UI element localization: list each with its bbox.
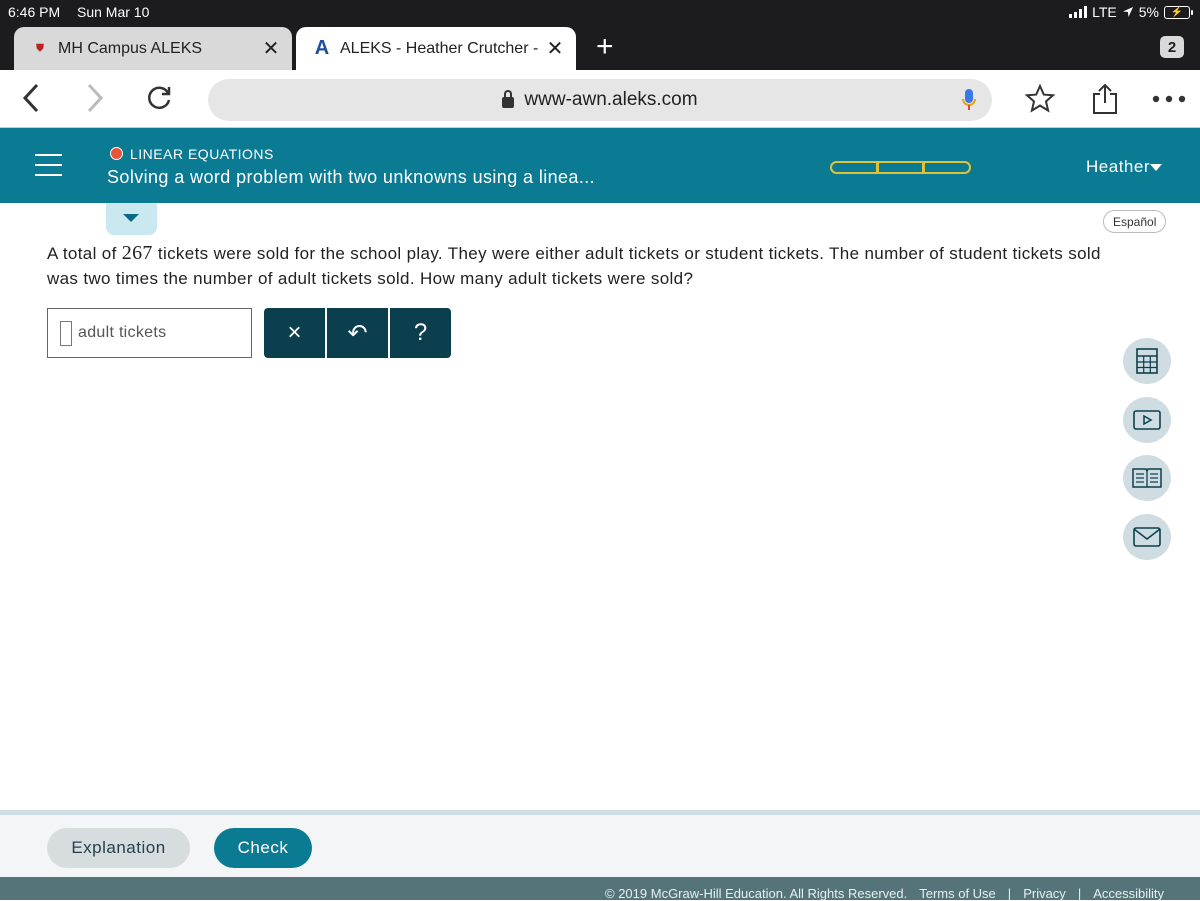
progress-segment: [925, 163, 969, 172]
progress-segment: [832, 163, 879, 172]
user-menu[interactable]: Heather: [1086, 157, 1150, 177]
tab-title: MH Campus ALEKS: [58, 39, 203, 57]
copyright-text: © 2019 McGraw-Hill Education. All Rights…: [605, 886, 908, 901]
status-bar: 6:46 PM Sun Mar 10 LTE 5% ⚡: [0, 0, 1200, 24]
progress-bar: [830, 161, 971, 174]
url-text: www-awn.aleks.com: [524, 89, 698, 110]
explanation-button[interactable]: Explanation: [47, 828, 190, 868]
tab-aleks-heather[interactable]: A ALEKS - Heather Crutcher - ✕: [296, 27, 576, 70]
aleks-header: LINEAR EQUATIONS Solving a word problem …: [0, 128, 1200, 203]
battery-percent: 5%: [1138, 4, 1159, 20]
university-seal-icon: ⛊: [36, 43, 44, 54]
tab-title: ALEKS - Heather Crutcher -: [340, 39, 539, 57]
textbook-icon[interactable]: [1123, 455, 1171, 501]
status-indicators: LTE 5% ⚡: [1069, 4, 1193, 20]
chevron-left-icon: [22, 83, 39, 113]
copyright-bar: © 2019 McGraw-Hill Education. All Rights…: [0, 877, 1200, 901]
problem-subtitle: Solving a word problem with two unknowns…: [107, 167, 596, 187]
reload-icon: [148, 86, 171, 110]
close-tab-icon[interactable]: ✕: [540, 36, 570, 61]
browser-tab-strip: ⛊ MH Campus ALEKS ✕ A ALEKS - Heather Cr…: [0, 24, 1200, 70]
more-options-icon[interactable]: [1151, 82, 1187, 116]
back-button[interactable]: [16, 82, 46, 114]
clear-button[interactable]: ×: [264, 308, 327, 358]
accessibility-link[interactable]: Accessibility: [1093, 886, 1164, 901]
network-label: LTE: [1092, 4, 1117, 20]
problem-number: 267: [121, 242, 153, 264]
topic-status-icon: [110, 147, 123, 160]
tab-mh-campus-aleks[interactable]: ⛊ MH Campus ALEKS ✕: [14, 27, 292, 70]
problem-text-before: A total of: [47, 244, 122, 263]
menu-icon[interactable]: [35, 154, 62, 184]
reload-button[interactable]: [144, 82, 174, 114]
microphone-icon[interactable]: [962, 88, 976, 112]
footer-links: © 2019 McGraw-Hill Education. All Rights…: [605, 886, 1164, 901]
terms-link[interactable]: Terms of Use: [919, 886, 996, 901]
collapse-toggle[interactable]: [106, 203, 157, 235]
privacy-link[interactable]: Privacy: [1023, 886, 1066, 901]
new-tab-button[interactable]: +: [596, 30, 614, 64]
answer-unit-label: adult tickets: [78, 324, 167, 341]
tab-count-button[interactable]: 2: [1160, 36, 1184, 58]
answer-input[interactable]: adult tickets: [47, 308, 252, 358]
battery-charging-icon: ⚡: [1164, 5, 1193, 19]
lock-icon: [502, 89, 515, 108]
forward-button[interactable]: [80, 82, 110, 114]
help-button[interactable]: ?: [390, 308, 451, 358]
message-icon[interactable]: [1123, 514, 1171, 560]
check-button[interactable]: Check: [214, 828, 312, 868]
link-separator: |: [1077, 886, 1082, 901]
status-date: Sun Mar 10: [77, 4, 150, 20]
topic-title: LINEAR EQUATIONS: [130, 146, 274, 162]
problem-text-after: tickets were sold for the school play. T…: [47, 244, 1101, 288]
espanol-button[interactable]: Español: [1103, 210, 1167, 233]
status-time: 6:46 PM: [8, 4, 61, 20]
share-icon[interactable]: [1089, 82, 1121, 116]
signal-icon: [1069, 6, 1088, 18]
answer-entry-box[interactable]: [60, 320, 72, 346]
undo-button[interactable]: ↶: [327, 308, 390, 358]
link-separator: |: [1007, 886, 1012, 901]
video-icon[interactable]: [1123, 397, 1171, 443]
answer-keypad: × ↶ ?: [264, 308, 451, 358]
bookmark-star-icon[interactable]: [1023, 82, 1057, 116]
problem-statement: A total of 267 tickets were sold for the…: [47, 241, 1107, 291]
location-arrow-icon: [1122, 7, 1133, 17]
address-bar[interactable]: www-awn.aleks.com: [208, 79, 992, 121]
chevron-right-icon: [87, 83, 104, 113]
close-tab-icon[interactable]: ✕: [256, 36, 286, 61]
calculator-icon[interactable]: [1123, 338, 1171, 384]
aleks-a-icon: A: [314, 37, 330, 59]
caret-down-icon[interactable]: [1150, 164, 1162, 171]
browser-toolbar: www-awn.aleks.com: [0, 70, 1200, 128]
progress-segment: [879, 163, 926, 172]
action-footer: Explanation Check: [0, 815, 1200, 877]
